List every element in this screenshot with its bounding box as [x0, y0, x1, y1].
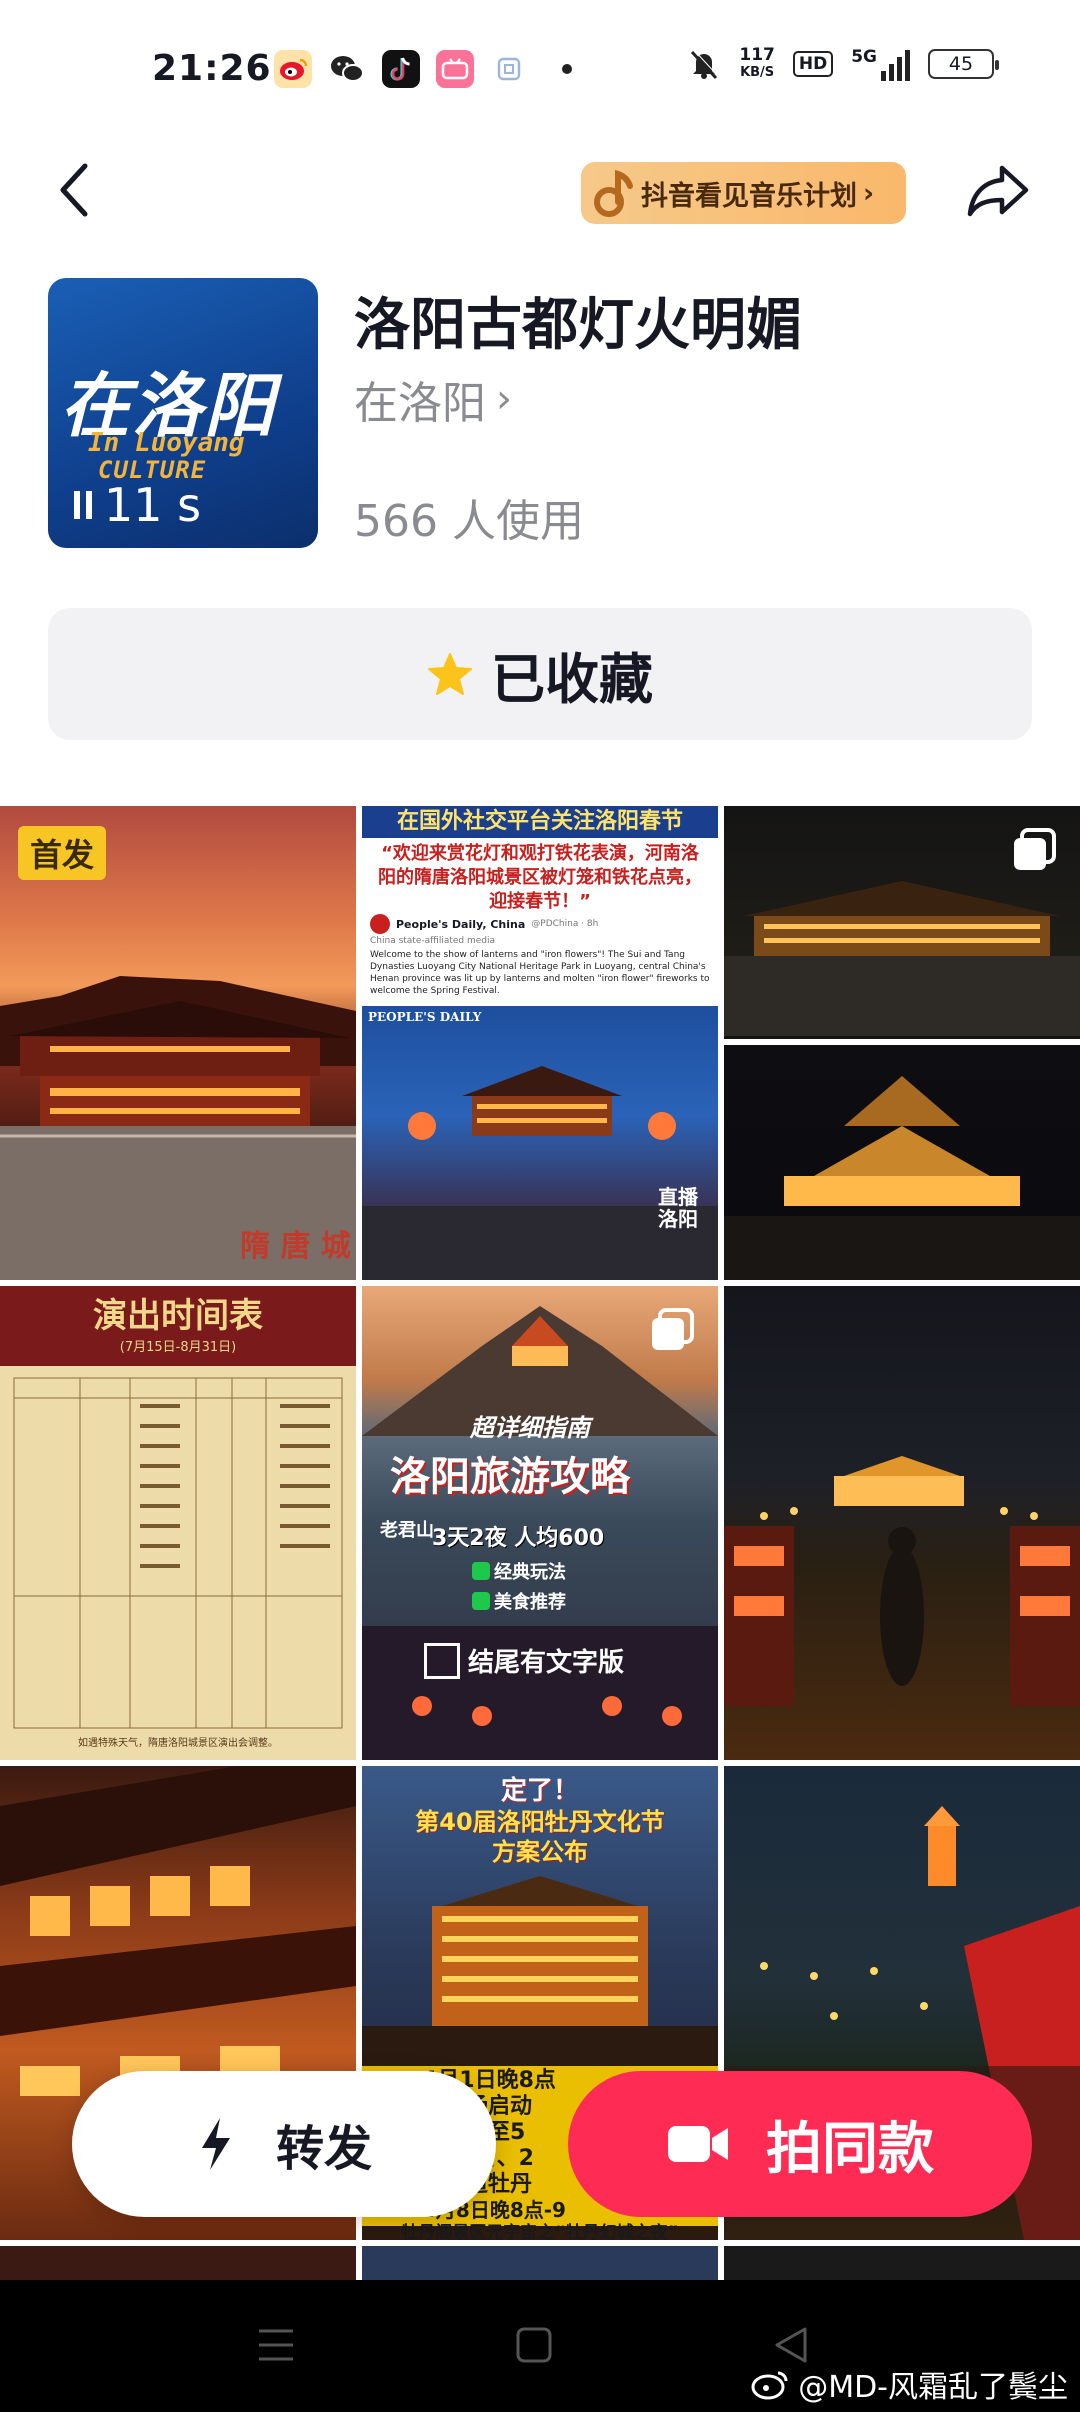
video-tile[interactable]: 在国外社交平台关注洛阳春节 “欢迎来赏花灯和观打铁花表演，河南洛阳的隋唐洛阳城景… [362, 806, 718, 1280]
repost-button[interactable]: 转发 [72, 2071, 496, 2217]
home-square-icon [516, 2327, 552, 2363]
tweet-card: People's Daily, China @PDChina · 8h Chin… [370, 914, 710, 1014]
shoot-same-button[interactable]: 拍同款 [568, 2071, 1032, 2217]
pause-icon [74, 491, 92, 519]
nav-home-button[interactable] [504, 2320, 564, 2370]
guide-line-3: 美食推荐 [472, 1588, 566, 1614]
wechat-icon [328, 50, 366, 88]
status-time: 21:26 [152, 48, 272, 89]
signal-indicator: 5G [851, 47, 910, 81]
effect-usage-count: 566 人使用 [354, 496, 584, 547]
night-plaza-illustration [724, 1456, 1080, 1706]
video-tile[interactable] [724, 1286, 1080, 1760]
video-tile[interactable] [724, 2246, 1080, 2280]
cover-subtitle-1: In Luoyang [88, 428, 245, 458]
guide-line-2: 经典玩法 [472, 1558, 566, 1584]
mute-bell-icon [691, 49, 719, 80]
lightning-icon [201, 2118, 230, 2170]
tile-label: 超详细指南 [470, 1414, 590, 1442]
video-tile[interactable]: 演出时间表 (7月15日-8月31日) 如遇特殊天气，隋唐洛阳城景区演出会调整。 [0, 1286, 356, 1760]
share-button[interactable] [960, 150, 1036, 230]
video-tile[interactable] [724, 806, 1080, 1280]
guide-line-4: 结尾有文字版 [424, 1642, 624, 1679]
bilibili-icon [436, 50, 474, 88]
tile-quote: “欢迎来赏花灯和观打铁花表演，河南洛阳的隋唐洛阳城景区被灯笼和铁花点亮，迎接春节… [378, 843, 702, 912]
cover-duration: 11 s [74, 478, 201, 532]
generic-app-icon [490, 50, 528, 88]
chevron-left-icon [60, 163, 88, 217]
weibo-icon [274, 50, 312, 88]
nav-menu-button[interactable] [246, 2320, 306, 2370]
star-icon [428, 653, 472, 695]
back-triangle-icon [775, 2327, 807, 2363]
weibo-logo-icon [751, 2371, 788, 2400]
video-camera-icon [668, 2126, 728, 2162]
net-speed: 117 KB/S [739, 45, 775, 80]
effect-title: 洛阳古都灯火明媚 [354, 293, 802, 358]
music-plan-badge[interactable]: 抖音看见音乐计划 › [581, 162, 906, 224]
battery-indicator: 45 [928, 49, 999, 79]
share-arrow-icon [967, 165, 1029, 217]
avatar [370, 914, 390, 934]
tile-headline: 洛阳旅游攻略 [390, 1454, 630, 1500]
video-tile[interactable]: 超详细指南 洛阳旅游攻略 老君山 3天2夜 人均600 经典玩法 美食推荐 结尾… [362, 1286, 718, 1760]
tile-photo: PEOPLE'S DAILY 直播洛阳 [362, 1006, 718, 1280]
video-tile[interactable] [362, 2246, 718, 2280]
back-button[interactable] [44, 150, 104, 230]
video-tile[interactable] [0, 2246, 356, 2280]
music-note-icon [594, 169, 633, 217]
first-release-badge: 首发 [18, 826, 107, 880]
multi-image-icon [652, 1308, 694, 1350]
status-bar: 21:26 117 KB/S HD 5G 45 [0, 0, 1080, 140]
repost-label: 转发 [275, 2121, 372, 2177]
favorite-button[interactable]: 已收藏 [48, 608, 1032, 740]
shoot-same-label: 拍同款 [766, 2116, 934, 2182]
video-tile[interactable]: 隋 唐 城 遗 首发 [0, 806, 356, 1280]
hd-badge: HD [792, 51, 834, 77]
music-plan-chevron: › [863, 177, 875, 209]
tile-headline: 在国外社交平台关注洛阳春节 [362, 806, 718, 838]
music-plan-label: 抖音看见音乐计划 [641, 180, 857, 212]
svg-text:隋 唐 城 遗: 隋 唐 城 遗 [240, 1229, 356, 1264]
status-right: 117 KB/S HD 5G 45 [687, 45, 999, 82]
video-grid: 隋 唐 城 遗 首发 在国外社交平台关注洛阳春节 “欢迎来赏花灯和观打铁花表演，… [0, 806, 1080, 2280]
status-app-icons [274, 50, 572, 88]
watermark: @MD-风霜乱了鬓尘 [750, 2362, 1068, 2406]
douyin-icon [382, 50, 420, 88]
menu-icon [259, 2329, 293, 2361]
night-palace-illustration [724, 881, 1080, 1280]
notification-dot [562, 64, 572, 74]
effect-author-link[interactable]: 在洛阳 › [354, 367, 512, 431]
schedule-table [13, 1377, 343, 1729]
effect-cover[interactable]: 在洛阳 In Luoyang CULTURE 11 s [48, 278, 318, 548]
favorite-label: 已收藏 [491, 647, 653, 711]
multi-image-icon [1014, 828, 1056, 870]
